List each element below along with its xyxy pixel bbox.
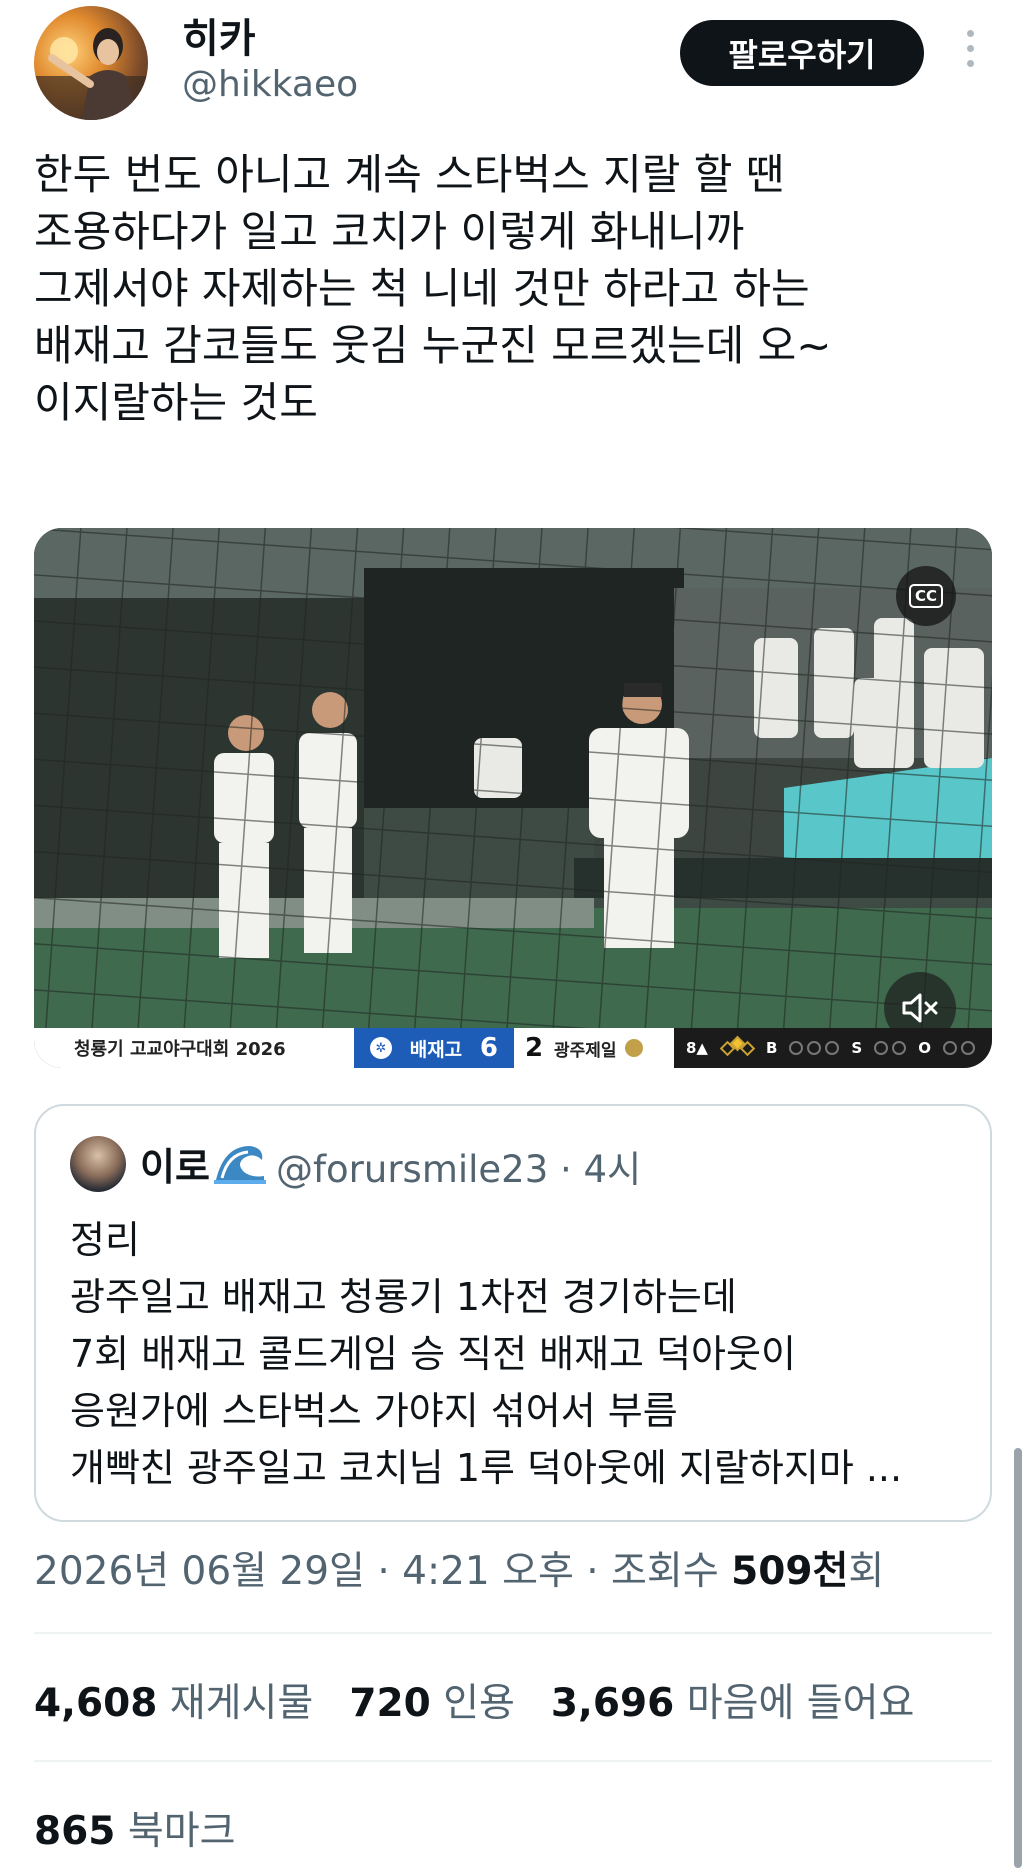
away-team-box: 광주제일: [554, 1036, 674, 1061]
team-emblem-icon: ✲: [370, 1037, 392, 1059]
retweets-label: 재게시물: [169, 1681, 314, 1726]
video-player[interactable]: CC 청룡기 고교야구대회 2026 ✲ 배재고 6 2 광주제일 8▲ B S…: [34, 528, 992, 1068]
quoted-handle-time: @forursmile23 · 4시: [276, 1148, 642, 1191]
cc-label: CC: [908, 584, 944, 608]
team1-name: 배재고: [409, 1038, 463, 1061]
outs-label: O: [918, 1039, 931, 1057]
scoreboard-overlay: 청룡기 고교야구대회 2026 ✲ 배재고 6 2 광주제일 8▲ B S O: [34, 1028, 992, 1068]
views-count: 509천: [731, 1549, 849, 1594]
retweets-stat[interactable]: 4,608 재게시물: [34, 1672, 313, 1728]
post-date-time[interactable]: 2026년 06월 29일 · 4:21 오후 · 조회수: [34, 1549, 731, 1594]
bases-icon: [719, 1035, 756, 1058]
quoted-tweet[interactable]: 이로 @forursmile23 · 4시 정리 광주일고 배재고 청룡기 1차…: [34, 1104, 992, 1522]
likes-count: 3,696: [550, 1681, 675, 1726]
inning-indicator: 8▲: [686, 1039, 708, 1057]
team2-score: 2: [524, 1033, 544, 1063]
divider: [34, 1632, 992, 1634]
follow-button[interactable]: 팔로우하기: [680, 20, 924, 86]
more-options-icon[interactable]: [960, 30, 980, 74]
balls-label: B: [765, 1039, 778, 1057]
outs-dots: [943, 1041, 975, 1055]
game-status: 8▲ B S O: [674, 1028, 992, 1068]
home-team-box: ✲ 배재고 6: [354, 1028, 514, 1068]
speaker-muted-icon: [902, 993, 938, 1023]
bookmarks-label: 북마크: [127, 1809, 236, 1854]
engagement-stats: 4,608 재게시물 720 인용 3,696 마음에 들어요: [34, 1672, 914, 1728]
author-handle[interactable]: @hikkaeo: [182, 64, 358, 105]
closed-captions-button[interactable]: CC: [896, 566, 956, 626]
strikes-label: S: [851, 1039, 863, 1057]
likes-label: 마음에 들어요: [686, 1681, 915, 1726]
tournament-name: 청룡기 고교야구대회 2026: [74, 1039, 286, 1060]
quotes-stat[interactable]: 720 인용: [349, 1672, 515, 1728]
divider: [34, 1760, 992, 1762]
video-frame: [34, 528, 992, 1028]
tweet-header: 히카 @hikkaeo 팔로우하기: [0, 0, 1024, 130]
team1-score: 6: [479, 1033, 498, 1063]
views-suffix: 회: [848, 1549, 885, 1594]
quoted-author-name: 이로: [140, 1145, 210, 1189]
tweet-meta: 2026년 06월 29일 · 4:21 오후 · 조회수 509천회: [34, 1540, 884, 1596]
team2-name: 광주제일: [554, 1040, 617, 1061]
tweet-text: 한두 번도 아니고 계속 스타벅스 지랄 할 땐 조용하다가 일고 코치가 이렇…: [34, 150, 832, 427]
quoted-author-avatar: [70, 1136, 126, 1192]
bookmarks-count: 865: [34, 1809, 116, 1854]
retweets-count: 4,608: [34, 1681, 158, 1726]
likes-stat[interactable]: 3,696 마음에 들어요: [551, 1672, 914, 1728]
bookmarks-stat[interactable]: 865 북마크: [34, 1800, 235, 1856]
scrollbar-thumb[interactable]: [1014, 1448, 1022, 1868]
team2-emblem-icon: [624, 1039, 643, 1057]
balls-dots: [789, 1041, 840, 1055]
quoted-text: 정리 광주일고 배재고 청룡기 1차전 경기하는데 7회 배재고 콜드게임 승 …: [70, 1218, 903, 1490]
author-avatar[interactable]: [34, 6, 148, 120]
wave-emoji-icon: [214, 1146, 266, 1184]
author-display-name[interactable]: 히카: [182, 6, 256, 64]
quotes-count: 720: [349, 1681, 431, 1726]
strikes-dots: [874, 1041, 907, 1055]
tweet-detail-page: 히카 @hikkaeo 팔로우하기 한두 번도 아니고 계속 스타벅스 지랄 할…: [0, 0, 1024, 1868]
quotes-label: 인용: [443, 1681, 515, 1726]
